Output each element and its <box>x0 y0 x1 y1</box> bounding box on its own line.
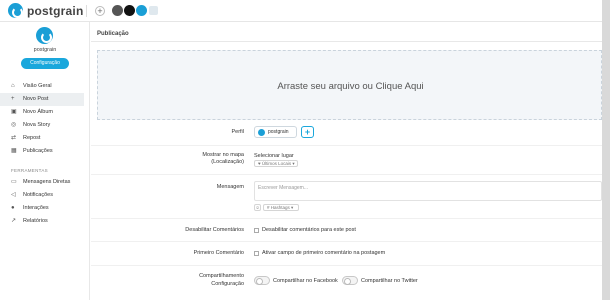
tools-section-label: FERRAMENTAS <box>11 168 48 173</box>
row-divider <box>91 145 602 146</box>
location-row-label: Mostrar no mapa <box>202 152 244 158</box>
row-divider <box>91 218 602 219</box>
globe-icon: ● <box>11 205 15 211</box>
facebook-share-toggle[interactable] <box>254 276 270 285</box>
account-avatar-3[interactable] <box>136 5 147 16</box>
twitter-share-toggle[interactable] <box>342 276 358 285</box>
sidebar-item-label: Mensagens Diretas <box>23 179 71 185</box>
content-header: Publicação <box>91 28 602 42</box>
home-icon: ⌂ <box>11 83 15 89</box>
profile-avatar[interactable] <box>36 27 53 44</box>
selected-profile-chip[interactable]: postgrain <box>254 126 297 138</box>
inbox-icon: ▭ <box>11 179 17 185</box>
sidebar: postgrain Configuração ⌂ Visão Geral + N… <box>0 22 90 300</box>
sidebar-item-novo-post[interactable]: + Novo Post <box>0 93 84 106</box>
row-divider <box>91 174 602 175</box>
calendar-icon: ▦ <box>11 148 17 154</box>
sidebar-item-mensagens-diretas[interactable]: ▭ Mensagens Diretas <box>0 176 84 189</box>
share-row-sublabel: Configuração <box>211 281 244 287</box>
sidebar-item-notificacoes[interactable]: ◁ Notificações <box>0 189 84 202</box>
select-place-link[interactable]: Selecionar lugar <box>254 153 294 159</box>
upload-dropzone[interactable]: Arraste seu arquivo ou Clique Aqui <box>97 50 602 120</box>
megaphone-icon: ◁ <box>11 192 16 198</box>
disable-comments-label: Desabilitar Comentários <box>185 227 244 233</box>
story-icon: ◎ <box>11 122 17 128</box>
row-divider <box>91 265 602 266</box>
sidebar-item-label: Relatórios <box>23 218 48 224</box>
window-edge <box>602 0 610 300</box>
profile-chip-name: postgrain <box>268 129 289 135</box>
sidebar-item-label: Novo Post <box>23 96 49 102</box>
sidebar-item-nova-story[interactable]: ◎ Nova Story <box>0 119 84 132</box>
sidebar-item-repost[interactable]: ⇄ Repost <box>0 132 84 145</box>
account-avatar-4[interactable] <box>149 6 158 15</box>
add-profile-button[interactable]: + <box>301 126 314 138</box>
recent-places-dropdown[interactable]: ♥ Últimos Locais ▾ <box>254 160 298 167</box>
sidebar-item-visao-geral[interactable]: ⌂ Visão Geral <box>0 80 84 93</box>
album-icon: ▣ <box>11 109 17 115</box>
dropzone-text: Arraste seu arquivo ou Clique Aqui <box>277 81 424 92</box>
sidebar-item-label: Visão Geral <box>23 83 52 89</box>
emoji-button[interactable]: ☺ <box>254 204 261 211</box>
logo[interactable]: postgrain <box>8 3 83 18</box>
app-window: postgrain + postgrain Configuração ⌂ Vis… <box>0 0 610 300</box>
profile-row-label: Perfil <box>231 129 244 135</box>
sidebar-item-novo-album[interactable]: ▣ Novo Álbum <box>0 106 84 119</box>
account-avatar-1[interactable] <box>112 5 123 16</box>
location-row-sublabel: (Localização) <box>211 159 244 165</box>
facebook-share-label: Compartilhar no Facebook <box>273 278 338 284</box>
page-title: Publicação <box>97 31 129 37</box>
sidebar-item-publicacoes[interactable]: ▦ Publicações <box>0 145 84 158</box>
first-comment-label: Primeiro Comentário <box>193 250 244 256</box>
account-avatar-2[interactable] <box>124 5 135 16</box>
hashtags-dropdown[interactable]: # Hashtags ▾ <box>263 204 299 211</box>
sidebar-item-relatorios[interactable]: ↗ Relatórios <box>0 215 84 228</box>
twitter-share-label: Compartilhar no Twitter <box>361 278 418 284</box>
row-divider <box>91 241 602 242</box>
first-comment-option: Ativar campo de primeiro comentário na p… <box>262 250 386 256</box>
sidebar-item-label: Publicações <box>23 148 53 154</box>
message-row-label: Mensagem <box>216 184 244 190</box>
topbar-divider <box>86 5 87 17</box>
profile-name: postgrain <box>33 47 57 53</box>
disable-comments-option: Desabilitar comentários para este post <box>262 227 356 233</box>
chart-icon: ↗ <box>11 218 17 224</box>
sidebar-item-label: Interações <box>23 205 49 211</box>
top-bar: postgrain + <box>0 0 602 22</box>
app-name: postgrain <box>27 3 84 18</box>
configuration-button[interactable]: Configuração <box>21 58 69 69</box>
repost-icon: ⇄ <box>11 135 17 141</box>
sidebar-item-label: Novo Álbum <box>23 109 53 115</box>
postgrain-logo-icon <box>8 3 23 18</box>
first-comment-checkbox[interactable] <box>254 251 259 256</box>
message-placeholder: Escrever Mensagem... <box>258 185 309 191</box>
disable-comments-checkbox[interactable] <box>254 228 259 233</box>
sidebar-item-label: Repost <box>23 135 41 141</box>
add-account-button[interactable]: + <box>95 6 105 16</box>
sidebar-item-interacoes[interactable]: ● Interações <box>0 202 84 215</box>
plus-icon: + <box>11 96 15 102</box>
message-input[interactable]: Escrever Mensagem... <box>254 181 602 201</box>
sidebar-item-label: Notificações <box>23 192 53 198</box>
sidebar-item-label: Nova Story <box>23 122 51 128</box>
share-row-label: Compartilhamento <box>199 273 244 279</box>
profile-chip-avatar <box>258 129 265 136</box>
